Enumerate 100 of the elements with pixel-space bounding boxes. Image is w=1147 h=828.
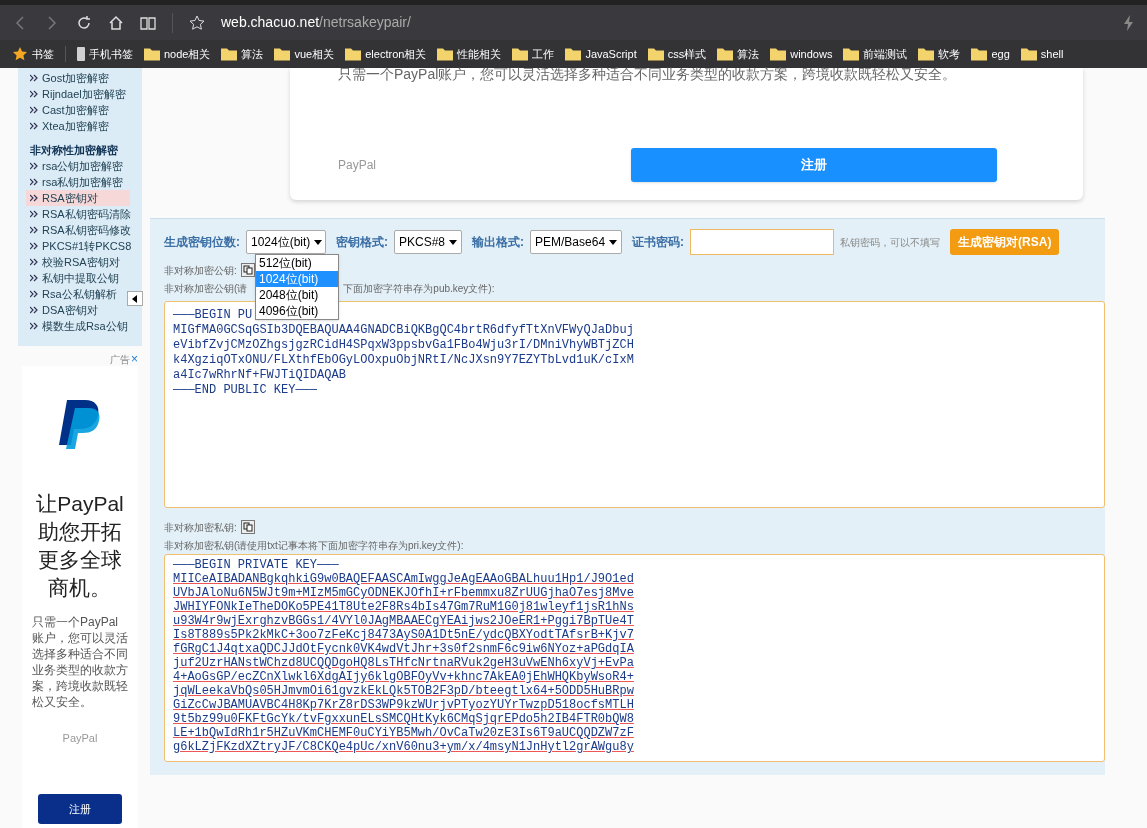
field-label: 证书密码: [632, 234, 685, 251]
select-value: 1024位(bit) [251, 234, 311, 251]
key-line: MIGfMA0GCSqGSIb3DQEBAQUAA4GNADCBiQKBgQC4brtR6dfyfTtXnVFWyQJaDbuj [173, 323, 634, 338]
bookmark-item[interactable]: css样式 [647, 45, 707, 63]
bookmark-item[interactable]: windows [770, 45, 833, 63]
folder-icon [1020, 47, 1037, 61]
select-field[interactable]: PKCS#8 [394, 230, 463, 254]
private-key-field[interactable] [164, 554, 1105, 762]
select-field[interactable]: PEM/Base64 [530, 230, 623, 254]
key-line: juf2UzrHANstWChzd8UCQQDgoHQ8LsTHfcNrtnaRVuk2geH3uVwENh6xyVj+EvPa [173, 656, 634, 670]
select-field[interactable]: 1024位(bit) [246, 230, 326, 254]
field-label: 生成密钥位数: [164, 234, 240, 251]
bookmark-item[interactable]: JavaScript [565, 45, 637, 63]
bookmark-item[interactable]: shell [1020, 45, 1064, 63]
copy-icon [240, 520, 255, 534]
bookmark-item[interactable]: 书签 [12, 45, 54, 63]
note-text: 非对称加密公钥(请 [164, 281, 248, 296]
key-line: a4Ic7wRhrNf+FWJTiQIDAQAB [173, 368, 346, 383]
bookmark-item[interactable]: 手机书签 [77, 45, 133, 63]
bullet-icon [30, 90, 38, 98]
bullet-icon [30, 106, 38, 114]
book-icon [140, 14, 156, 31]
sidebar-item[interactable]: PKCS#1转PKCS8 [26, 238, 130, 254]
bookmark-item[interactable]: electron相关 [345, 45, 427, 63]
ad-label: 广告 [110, 352, 130, 367]
sidebar-item[interactable]: Gost加密解密 [30, 70, 142, 86]
key-line: 4+AoGsGP/ecZCnXlwkl6XdgAIjy6klgOBFOyVv+khnc7AkEA0jEhWHQKbyWsoR4+ [173, 670, 634, 684]
sidebar-item[interactable]: 校验RSA密钥对 [26, 254, 130, 270]
bullet-icon [30, 74, 38, 82]
sidebar-item[interactable]: RSA私钥密码修改 [26, 222, 130, 238]
bullet-icon [30, 178, 38, 186]
folder-icon [437, 47, 454, 61]
bookmark-item[interactable]: egg [971, 45, 1010, 63]
folder-icon [918, 47, 935, 61]
sidebar-item[interactable]: RSA密钥对 [26, 190, 130, 206]
folder-icon [221, 47, 238, 61]
folder-icon [144, 47, 160, 61]
bullet-icon [30, 258, 38, 266]
password-field[interactable] [690, 229, 835, 255]
sidebar-item[interactable]: rsa私钥加密解密 [26, 174, 130, 190]
bullet-icon [30, 122, 38, 130]
ad-headline: 助您开拓 [38, 519, 122, 545]
sidebar-item[interactable]: Xtea加密解密 [30, 118, 142, 134]
key-line: GiZcCwJBAMUAVBC4H8Kp7KrZ8rDS3WP9kzWUrjvPTyozYUYrTwzpD518ocfsMTLH [173, 698, 634, 712]
ad-text: 只需一个PayPal账户，您可以灵活选择多种适合不同业务类型的收款方案，跨境收款既轻松又安全。 [338, 65, 958, 84]
key-line: 9t5bz99u0FKFtGcYk/tvFgxxunELsSMCQHtKyk6CMqSjqrEPdo5h2IB4FTR0bQW8 [173, 712, 634, 726]
bookmark-item[interactable]: node相关 [144, 45, 211, 63]
ad-headline: 更多全球 [38, 547, 122, 573]
public-key-field[interactable] [164, 301, 1105, 508]
sidebar-section-title: 非对称性加密解密 [30, 143, 119, 158]
bullet-icon [30, 242, 38, 250]
bookmark-item[interactable]: 软考 [918, 45, 961, 63]
ad-close[interactable]: × [131, 353, 138, 365]
bookmark-item[interactable]: 性能相关 [437, 45, 502, 63]
bookmark-item[interactable]: 工作 [512, 45, 555, 63]
folder-icon [512, 47, 529, 61]
phone-icon [77, 47, 85, 61]
folder-icon [345, 47, 362, 61]
copy-label: 非对称加密公钥: [164, 263, 237, 278]
sidebar-item[interactable]: 私钥中提取公钥 [26, 270, 130, 286]
bookmark-item[interactable]: vue相关 [274, 45, 335, 63]
sidebar-item[interactable]: 模数生成Rsa公钥 [26, 318, 130, 334]
register-button[interactable]: 注册 [38, 794, 122, 824]
key-line: k4XgziqOTxONU/FLXthfEbOGyLOOxpuObjNRtI/NcJXsn9Y7EZYTbLvd1uK/cIxM [173, 353, 634, 368]
sidebar-item[interactable]: DSA密钥对 [26, 302, 130, 318]
copy-label: 非对称加密私钥: [164, 520, 237, 535]
dropdown-option[interactable]: 512位(bit) [256, 255, 338, 271]
bullet-icon [30, 274, 38, 282]
address-field[interactable]: web.chacuo.net/netrsakeypair/ [221, 12, 1107, 33]
ad-headline: 商机。 [48, 575, 112, 601]
bullet-icon [30, 306, 38, 314]
sidebar-item[interactable]: Rijndael加密解密 [30, 86, 142, 102]
sidebar-item[interactable]: Rsa公私钥解析 [26, 286, 130, 302]
key-line: fGRgC1J4qtxaQDCJJdOtFycnk0VK4wdVtJhr+3s0f2snmF6c9iw6NYoz+aPGdqIA [173, 642, 634, 656]
key-line: Is8T889s5Pk2kMkC+3oo7zFeKcj8473AyS0A1Dt5nE/ydcQBXYodtTAfsrB+Kjv7 [173, 628, 634, 642]
caret-left-icon [131, 294, 139, 303]
bookmark-item[interactable]: 前端测试 [843, 45, 908, 63]
sidebar-item[interactable]: Cast加密解密 [30, 102, 142, 118]
field-label: 密钥格式: [336, 234, 388, 251]
star-icon [189, 14, 205, 31]
select-value: PEM/Base64 [535, 234, 606, 251]
folder-icon [565, 47, 582, 61]
ad-headline: 让PayPal [36, 491, 124, 517]
dropdown-option[interactable]: 4096位(bit) [256, 303, 338, 319]
sidebar-item[interactable]: RSA私钥密码清除 [26, 206, 130, 222]
hint-text: 私钥密码，可以不填写 [840, 235, 941, 250]
field-label: 输出格式: [472, 234, 525, 251]
ad-text: 只需一个PayPal账户，您可以灵活选择多种适合不同业务类型的收款方案，跨境收款既轻松又安全。 [32, 614, 128, 710]
bookmark-item[interactable]: 算法 [717, 45, 760, 63]
select-value: PKCS#8 [399, 234, 446, 251]
bookmark-item[interactable]: 算法 [221, 45, 264, 63]
dropdown-option[interactable]: 2048位(bit) [256, 287, 338, 303]
key-line: LE+1bQwIdRh1r5HZuVKmCHEMF0uCYiYB5Mwh/OvCaTw20zE3Is6T9aUCQQDZW7zF [173, 726, 634, 740]
sidebar-item[interactable]: rsa公钥加密解密 [26, 158, 130, 174]
collapse-button[interactable] [127, 291, 143, 306]
folder-icon [647, 47, 664, 61]
caret-icon [449, 238, 458, 246]
key-line: UVbJAloNu6N5WJt9m+MIzM5mGCyODNEKJOfhI+rFbemmxu8ZrUUGjhaO7esj8Mve [173, 586, 634, 600]
caret-icon [609, 238, 618, 246]
reload-icon [76, 14, 92, 31]
